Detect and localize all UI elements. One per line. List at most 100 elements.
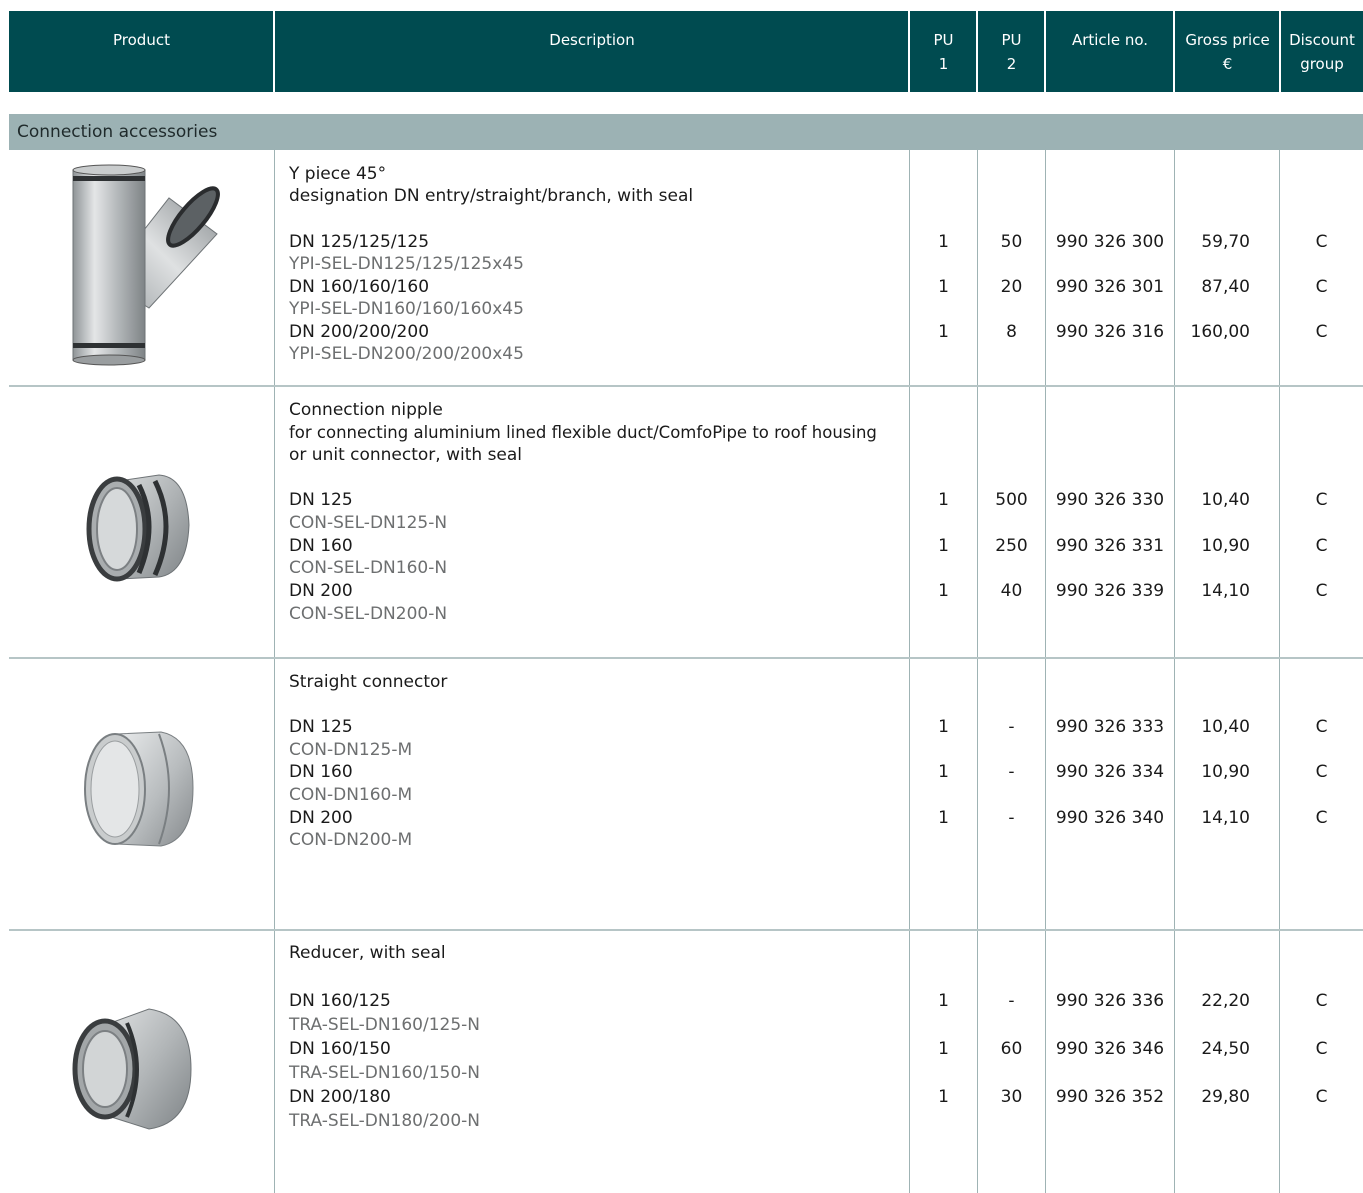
article-number: 990 326 334 — [1055, 762, 1165, 782]
gross-price: 160,00 — [1190, 322, 1250, 342]
variant-dn: DN 200/180 — [289, 1087, 391, 1107]
variant-code: YPI-SEL-DN200/200/200x45 — [289, 344, 524, 364]
variant-code: CON-DN160-M — [289, 785, 413, 805]
column-header-pu2: PU 2 — [976, 11, 1045, 92]
reducer-image — [72, 1008, 192, 1130]
column-divider — [1045, 150, 1046, 1193]
article-number: 990 326 352 — [1055, 1087, 1165, 1107]
discount-group: C — [1315, 1087, 1328, 1107]
variant-code: CON-DN125-M — [289, 740, 413, 760]
column-header-product: Product — [113, 31, 170, 49]
variant-code: TRA-SEL-DN160/125-N — [289, 1015, 481, 1035]
pu2-value: - — [1008, 808, 1015, 828]
column-header-pu1: PU 1 — [908, 11, 977, 92]
pu2-value: 20 — [1000, 277, 1023, 297]
article-number: 990 326 339 — [1055, 581, 1165, 601]
discount-group: C — [1315, 762, 1328, 782]
article-number: 990 326 346 — [1055, 1039, 1165, 1059]
table-header: Product Description PU 1 PU 2 Article no… — [9, 11, 1363, 92]
discount-group: C — [1315, 322, 1328, 342]
variant-dn: DN 160/150 — [289, 1039, 391, 1059]
gross-price: 10,90 — [1201, 762, 1250, 782]
column-divider — [909, 150, 910, 1193]
connection-nipple-image — [86, 474, 190, 582]
gross-price: 14,10 — [1201, 808, 1250, 828]
pu2-value: 500 — [995, 490, 1028, 510]
article-number: 990 326 331 — [1055, 536, 1165, 556]
variant-dn: DN 160/125 — [289, 991, 391, 1011]
variant-dn: DN 160 — [289, 536, 353, 556]
variant-code: CON-SEL-DN160-N — [289, 558, 448, 578]
pu2-value: - — [1008, 991, 1015, 1011]
discount-group: C — [1315, 808, 1328, 828]
variant-dn: DN 200/200/200 — [289, 322, 430, 342]
row-divider — [9, 657, 1363, 659]
pu2-value: - — [1008, 762, 1015, 782]
variant-dn: DN 200 — [289, 808, 353, 828]
variant-dn: DN 160/160/160 — [289, 277, 430, 297]
product-title: Reducer, with seal — [289, 943, 446, 963]
straight-connector-image — [84, 731, 194, 847]
y-piece-image — [72, 164, 220, 366]
gross-price: 22,20 — [1201, 991, 1250, 1011]
section-title: Connection accessories — [9, 114, 1363, 150]
column-header-description: Description — [273, 11, 909, 92]
variant-code: CON-SEL-DN125-N — [289, 513, 448, 533]
discount-group: C — [1315, 581, 1328, 601]
pu2-value: 8 — [1006, 322, 1017, 342]
pu2-value: 50 — [1000, 232, 1023, 252]
article-number: 990 326 301 — [1055, 277, 1165, 297]
variant-code: TRA-SEL-DN160/150-N — [289, 1063, 481, 1083]
pu1-value: 1 — [938, 717, 949, 737]
discount-group: C — [1315, 717, 1328, 737]
variant-dn: DN 125 — [289, 717, 353, 737]
pu2-value: 30 — [1000, 1087, 1023, 1107]
pu2-value: - — [1008, 717, 1015, 737]
article-number: 990 326 316 — [1055, 322, 1165, 342]
pu1-value: 1 — [938, 1087, 949, 1107]
column-divider — [977, 150, 978, 1193]
gross-price: 87,40 — [1201, 277, 1250, 297]
pu2-value: 250 — [995, 536, 1028, 556]
pu1-value: 1 — [938, 232, 949, 252]
variant-dn: DN 125 — [289, 490, 353, 510]
article-number: 990 326 300 — [1055, 232, 1165, 252]
column-header-price: Gross price € — [1173, 11, 1280, 92]
pu1-value: 1 — [938, 762, 949, 782]
pu1-value: 1 — [938, 808, 949, 828]
row-divider — [9, 385, 1363, 387]
gross-price: 10,40 — [1201, 490, 1250, 510]
discount-group: C — [1315, 1039, 1328, 1059]
gross-price: 29,80 — [1201, 1087, 1250, 1107]
variant-code: CON-DN200-M — [289, 830, 413, 850]
row-divider — [9, 929, 1363, 931]
discount-group: C — [1315, 232, 1328, 252]
product-title: Straight connector — [289, 672, 448, 692]
article-number: 990 326 340 — [1055, 808, 1165, 828]
gross-price: 14,10 — [1201, 581, 1250, 601]
pu1-value: 1 — [938, 991, 949, 1011]
product-subtitle: for connecting aluminium lined flexible … — [289, 423, 877, 442]
gross-price: 10,40 — [1201, 717, 1250, 737]
pu1-value: 1 — [938, 536, 949, 556]
gross-price: 24,50 — [1201, 1039, 1250, 1059]
pu2-value: 60 — [1000, 1039, 1023, 1059]
column-divider — [1279, 150, 1280, 1193]
pu1-value: 1 — [938, 322, 949, 342]
article-number: 990 326 330 — [1055, 490, 1165, 510]
pu1-value: 1 — [938, 1039, 949, 1059]
column-header-article: Article no. — [1044, 11, 1174, 92]
pu2-value: 40 — [1000, 581, 1023, 601]
discount-group: C — [1315, 991, 1328, 1011]
variant-dn: DN 200 — [289, 581, 353, 601]
pu1-value: 1 — [938, 277, 949, 297]
variant-dn: DN 160 — [289, 762, 353, 782]
article-number: 990 326 336 — [1055, 991, 1165, 1011]
gross-price: 59,70 — [1201, 232, 1250, 252]
pu1-value: 1 — [938, 581, 949, 601]
variant-code: YPI-SEL-DN125/125/125x45 — [289, 254, 524, 274]
variant-dn: DN 125/125/125 — [289, 232, 430, 252]
product-subtitle: designation DN entry/straight/branch, wi… — [289, 186, 694, 206]
product-title: Y piece 45° — [289, 164, 387, 184]
variant-code: YPI-SEL-DN160/160/160x45 — [289, 299, 524, 319]
